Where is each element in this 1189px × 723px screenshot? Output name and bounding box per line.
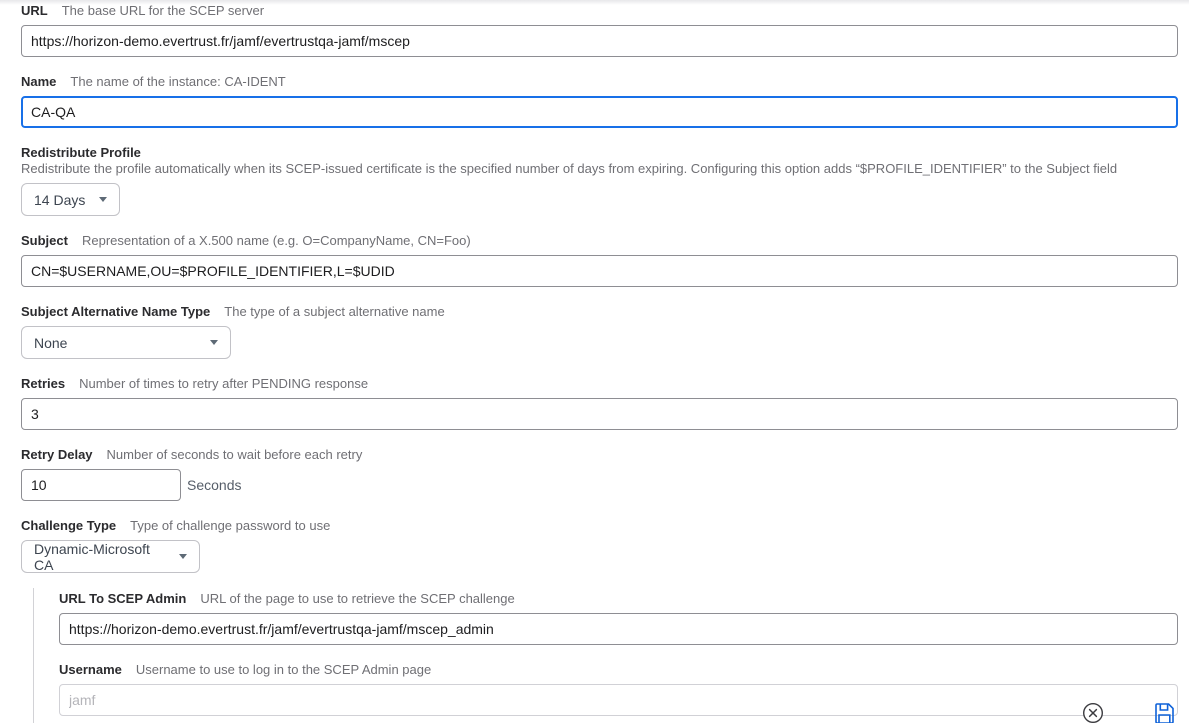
- field-group-retry-delay: Retry Delay Number of seconds to wait bef…: [21, 447, 1178, 501]
- field-group-retries: Retries Number of times to retry after PE…: [21, 376, 1178, 430]
- field-group-scep-admin-url: URL To SCEP Admin URL of the page to use …: [59, 591, 1178, 645]
- url-description: The base URL for the SCEP server: [62, 3, 264, 18]
- scep-admin-url-input[interactable]: [59, 613, 1178, 645]
- challenge-type-dropdown[interactable]: Dynamic-Microsoft CA: [21, 540, 200, 573]
- san-type-description: The type of a subject alternative name: [224, 304, 444, 319]
- san-type-label: Subject Alternative Name Type: [21, 304, 210, 319]
- caret-down-icon: [99, 197, 107, 202]
- retries-label: Retries: [21, 376, 65, 391]
- san-type-selected-value: None: [34, 335, 67, 351]
- save-button[interactable]: [1154, 703, 1174, 723]
- field-label-row: Username Username to use to log in to the…: [59, 662, 1178, 678]
- url-input[interactable]: [21, 25, 1178, 57]
- field-label-row: URL To SCEP Admin URL of the page to use …: [59, 591, 1178, 607]
- field-label-row: URL The base URL for the SCEP server: [21, 3, 1178, 19]
- field-group-name: Name The name of the instance: CA-IDENT: [21, 74, 1178, 128]
- retry-delay-input-row: Seconds: [21, 469, 1178, 501]
- username-input[interactable]: [59, 684, 1178, 716]
- retry-delay-unit-label: Seconds: [187, 477, 241, 493]
- challenge-type-label: Challenge Type: [21, 518, 116, 533]
- name-description: The name of the instance: CA-IDENT: [70, 74, 285, 89]
- scep-admin-url-label: URL To SCEP Admin: [59, 591, 186, 606]
- caret-down-icon: [179, 554, 187, 559]
- scep-admin-url-description: URL of the page to use to retrieve the S…: [200, 591, 514, 606]
- floppy-disk-icon: [1154, 713, 1174, 723]
- username-description: Username to use to log in to the SCEP Ad…: [136, 662, 431, 677]
- field-group-username: Username Username to use to log in to the…: [59, 662, 1178, 716]
- scep-admin-subsection: URL To SCEP Admin URL of the page to use …: [33, 588, 1178, 723]
- subject-description: Representation of a X.500 name (e.g. O=C…: [82, 233, 471, 248]
- retry-delay-description: Number of seconds to wait before each re…: [107, 447, 363, 462]
- field-label-row: Redistribute Profile: [21, 145, 1178, 161]
- redistribute-profile-description: Redistribute the profile automatically w…: [21, 161, 1178, 177]
- url-label: URL: [21, 3, 48, 18]
- field-group-subject: Subject Representation of a X.500 name (e…: [21, 233, 1178, 287]
- retry-delay-input[interactable]: [21, 469, 181, 501]
- field-label-row: Name The name of the instance: CA-IDENT: [21, 74, 1178, 90]
- field-label-row: Subject Representation of a X.500 name (e…: [21, 233, 1178, 249]
- redistribute-profile-dropdown[interactable]: 14 Days: [21, 183, 120, 216]
- name-label: Name: [21, 74, 56, 89]
- challenge-type-description: Type of challenge password to use: [130, 518, 330, 533]
- challenge-type-selected-value: Dynamic-Microsoft CA: [34, 541, 167, 573]
- san-type-dropdown[interactable]: None: [21, 326, 231, 359]
- subject-input[interactable]: [21, 255, 1178, 287]
- circle-x-icon: [1082, 712, 1104, 723]
- subject-label: Subject: [21, 233, 68, 248]
- retries-input[interactable]: [21, 398, 1178, 430]
- retries-description: Number of times to retry after PENDING r…: [79, 376, 368, 391]
- field-group-challenge-type: Challenge Type Type of challenge password…: [21, 518, 1178, 573]
- field-label-row: Challenge Type Type of challenge password…: [21, 518, 1178, 534]
- caret-down-icon: [210, 340, 218, 345]
- name-input[interactable]: [21, 96, 1178, 128]
- field-group-url: URL The base URL for the SCEP server: [21, 3, 1178, 57]
- username-label: Username: [59, 662, 122, 677]
- redistribute-profile-selected-value: 14 Days: [34, 192, 85, 208]
- field-group-san-type: Subject Alternative Name Type The type of…: [21, 304, 1178, 359]
- cancel-button[interactable]: [1082, 702, 1104, 723]
- scep-settings-form: URL The base URL for the SCEP server Name…: [0, 0, 1189, 723]
- field-group-redistribute-profile: Redistribute Profile Redistribute the pr…: [21, 145, 1178, 216]
- field-label-row: Retry Delay Number of seconds to wait bef…: [21, 447, 1178, 463]
- field-label-row: Retries Number of times to retry after PE…: [21, 376, 1178, 392]
- field-label-row: Subject Alternative Name Type The type of…: [21, 304, 1178, 320]
- redistribute-profile-label: Redistribute Profile: [21, 145, 141, 160]
- retry-delay-label: Retry Delay: [21, 447, 93, 462]
